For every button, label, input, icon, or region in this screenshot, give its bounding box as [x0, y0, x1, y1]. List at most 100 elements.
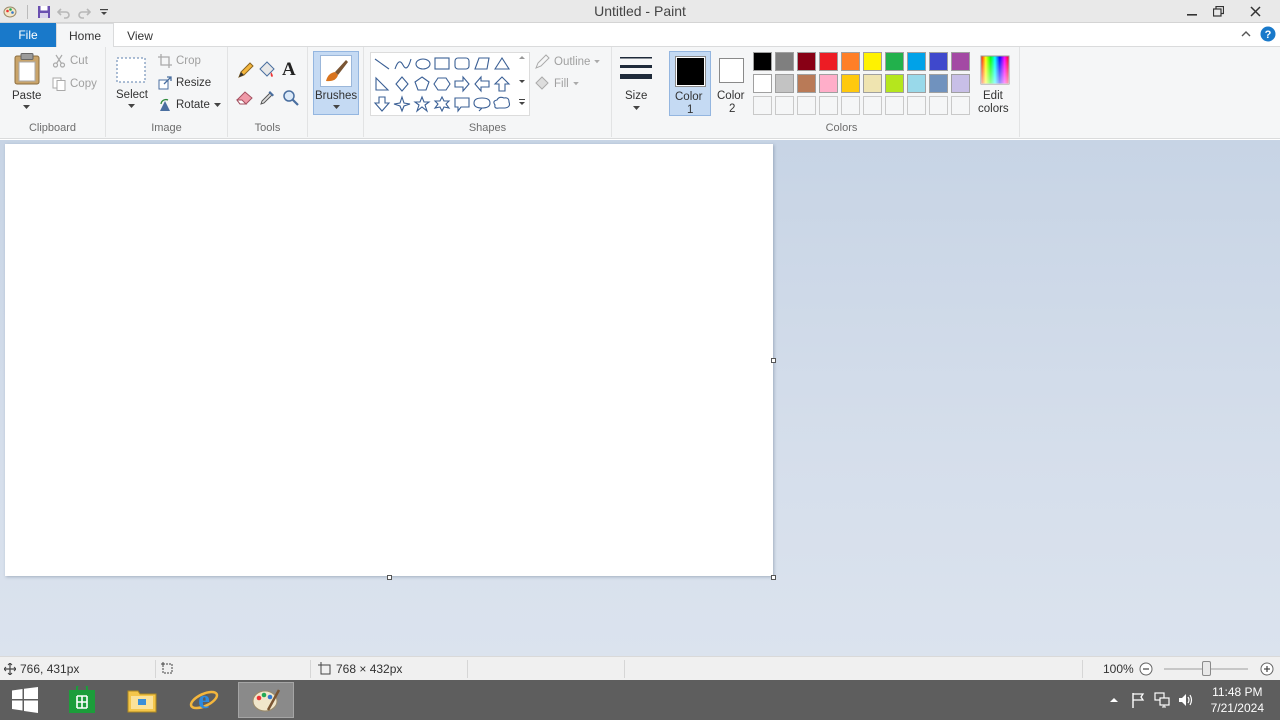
text-tool-icon[interactable]: A — [282, 59, 296, 81]
resize-label: Resize — [176, 77, 212, 89]
palette-color-swatch[interactable] — [775, 74, 794, 93]
palette-color-swatch[interactable] — [753, 74, 772, 93]
taskbar-explorer-button[interactable] — [114, 682, 170, 718]
palette-custom-slot[interactable] — [885, 96, 904, 115]
color-picker-icon[interactable] — [259, 89, 276, 106]
tab-home[interactable]: Home — [56, 23, 114, 48]
palette-color-swatch[interactable] — [797, 52, 816, 71]
resize-button[interactable]: Resize — [158, 76, 211, 90]
minimize-button[interactable] — [1180, 0, 1204, 22]
eraser-icon[interactable] — [236, 90, 254, 106]
brushes-button[interactable]: Brushes — [313, 51, 359, 115]
select-icon — [116, 57, 146, 83]
palette-color-swatch[interactable] — [929, 52, 948, 71]
palette-color-swatch[interactable] — [753, 52, 772, 71]
select-dropdown-icon[interactable] — [128, 104, 135, 109]
crop-button[interactable]: Crop — [158, 54, 201, 68]
restore-button[interactable] — [1206, 0, 1230, 22]
shapes-gallery-icons[interactable] — [371, 53, 531, 117]
magnifier-icon[interactable] — [282, 89, 299, 106]
size-button[interactable]: Size — [618, 53, 654, 113]
palette-color-swatch[interactable] — [929, 74, 948, 93]
show-hidden-icons[interactable] — [1104, 690, 1124, 710]
taskbar-ie-button[interactable]: e — [176, 682, 232, 718]
canvas-workspace — [0, 140, 1280, 656]
palette-color-swatch[interactable] — [841, 52, 860, 71]
window-title: Untitled - Paint — [594, 3, 686, 19]
palette-custom-slot[interactable] — [841, 96, 860, 115]
palette-color-swatch[interactable] — [841, 74, 860, 93]
taskbar-store-button[interactable] — [54, 682, 110, 718]
action-center-icon[interactable] — [1128, 690, 1148, 710]
palette-color-swatch[interactable] — [863, 52, 882, 71]
palette-custom-slot[interactable] — [775, 96, 794, 115]
copy-button[interactable]: Copy — [52, 77, 97, 91]
resize-handle-bottom[interactable] — [387, 575, 392, 580]
zoom-level: 100% — [1103, 662, 1134, 676]
edit-colors-button[interactable]: Edit colors — [976, 51, 1014, 116]
palette-color-swatch[interactable] — [907, 74, 926, 93]
colors-group-label: Colors — [825, 122, 858, 134]
pencil-icon[interactable] — [236, 62, 254, 80]
outline-button[interactable]: Outline — [534, 54, 601, 70]
colors-group: Color 1 Color 2 Edit colors Colors — [664, 47, 1020, 137]
system-clock[interactable]: 11:48 PM 7/21/2024 — [1211, 684, 1264, 716]
palette-custom-slot[interactable] — [753, 96, 772, 115]
palette-custom-slot[interactable] — [797, 96, 816, 115]
palette-color-swatch[interactable] — [885, 52, 904, 71]
palette-color-swatch[interactable] — [907, 52, 926, 71]
zoom-out-icon[interactable] — [1139, 662, 1153, 676]
palette-color-swatch[interactable] — [775, 52, 794, 71]
minimize-ribbon-icon[interactable] — [1240, 28, 1252, 43]
clock-date: 7/21/2024 — [1210, 701, 1264, 715]
paste-button[interactable]: Paste — [10, 53, 44, 113]
rotate-icon — [160, 98, 170, 111]
color-spectrum-icon — [980, 55, 1010, 85]
palette-color-swatch[interactable] — [819, 74, 838, 93]
fill-label: Fill — [554, 78, 569, 90]
palette-custom-slot[interactable] — [907, 96, 926, 115]
minimize-icon — [1187, 14, 1197, 16]
fill-button[interactable]: Fill — [534, 76, 579, 92]
shapes-group-label: Shapes — [468, 122, 507, 134]
resize-handle-corner[interactable] — [771, 575, 776, 580]
close-button[interactable] — [1232, 0, 1278, 22]
store-icon — [69, 686, 95, 713]
zoom-slider-thumb[interactable] — [1202, 661, 1211, 676]
status-separator — [467, 660, 468, 678]
palette-color-swatch[interactable] — [819, 52, 838, 71]
help-icon[interactable]: ? — [1260, 26, 1276, 45]
color1-button[interactable]: Color 1 — [669, 51, 711, 116]
palette-color-swatch[interactable] — [951, 74, 970, 93]
crop-label: Crop — [176, 55, 201, 67]
start-button[interactable] — [0, 682, 50, 718]
restore-icon — [1212, 5, 1224, 17]
status-bar: 766, 431px 768 × 432px 100% — [0, 656, 1280, 680]
copy-icon — [52, 77, 66, 91]
tab-file[interactable]: File — [0, 23, 56, 47]
palette-color-swatch[interactable] — [797, 74, 816, 93]
palette-color-swatch[interactable] — [951, 52, 970, 71]
cut-button[interactable]: Cut — [52, 54, 88, 68]
zoom-in-icon[interactable] — [1260, 662, 1274, 676]
tab-view[interactable]: View — [118, 23, 162, 48]
drawing-canvas[interactable] — [5, 144, 773, 576]
palette-custom-slot[interactable] — [819, 96, 838, 115]
select-label: Select — [116, 89, 148, 101]
paste-dropdown-icon[interactable] — [23, 105, 30, 110]
volume-icon[interactable] — [1176, 690, 1196, 710]
resize-handle-right[interactable] — [771, 358, 776, 363]
palette-color-swatch[interactable] — [885, 74, 904, 93]
select-button[interactable]: Select — [114, 55, 150, 113]
palette-custom-slot[interactable] — [929, 96, 948, 115]
cursor-position: 766, 431px — [20, 662, 80, 676]
ribbon: Paste Cut Copy Clipboard Select Crop Res… — [0, 47, 1280, 139]
palette-custom-slot[interactable] — [951, 96, 970, 115]
network-icon[interactable] — [1152, 690, 1172, 710]
fill-bucket-icon[interactable] — [258, 61, 276, 79]
palette-custom-slot[interactable] — [863, 96, 882, 115]
rotate-button[interactable]: Rotate — [158, 98, 221, 112]
taskbar-paint-button[interactable] — [238, 682, 294, 718]
color2-button[interactable]: Color 2 — [714, 51, 750, 116]
palette-color-swatch[interactable] — [863, 74, 882, 93]
